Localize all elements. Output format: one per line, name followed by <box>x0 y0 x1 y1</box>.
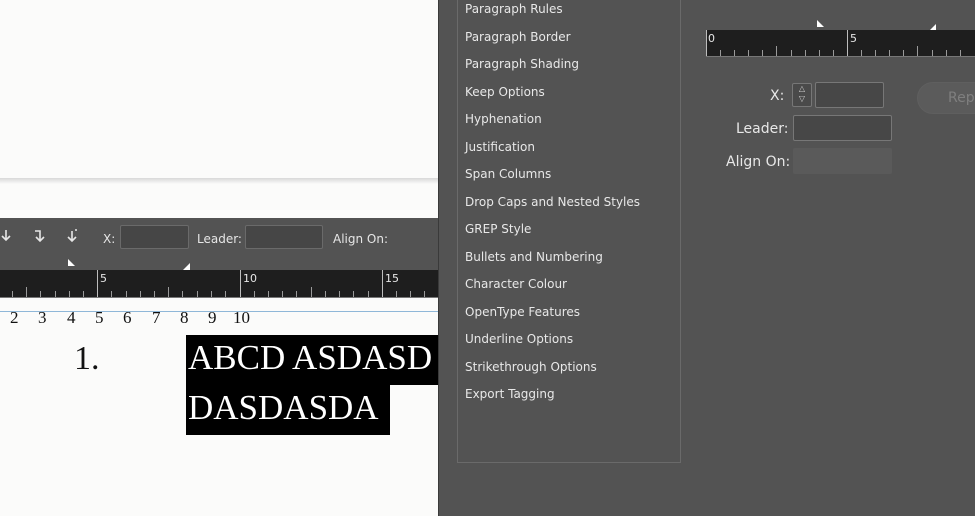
x-position-input[interactable] <box>120 225 189 249</box>
dialog-tab-marker-strip[interactable] <box>706 18 975 31</box>
leader-label: Leader: <box>197 232 242 246</box>
category-strikethrough-options[interactable]: Strikethrough Options <box>465 360 597 374</box>
selected-text-line-2[interactable]: DASDASDA <box>186 385 390 435</box>
sequence-number: 2 <box>10 308 19 327</box>
sequence-number: 10 <box>233 308 250 327</box>
center-justified-tab-icon[interactable] <box>33 228 47 246</box>
x-label: X: <box>103 232 116 246</box>
category-span-columns[interactable]: Span Columns <box>465 167 551 181</box>
category-hyphenation[interactable]: Hyphenation <box>465 112 542 126</box>
dialog-tab-ruler[interactable]: 0 5 <box>706 30 975 57</box>
ruler-major-tick <box>382 270 383 297</box>
first-line-indent-marker[interactable] <box>817 20 825 28</box>
category-bullets-numbering[interactable]: Bullets and Numbering <box>465 250 603 264</box>
list-number: 1. <box>74 340 100 377</box>
chevron-up-icon[interactable]: △ <box>793 84 811 94</box>
repeat-tab-button[interactable]: Rep <box>917 82 975 114</box>
ruler-major-tick <box>97 270 98 297</box>
right-justified-tab-icon[interactable] <box>65 228 79 246</box>
sequence-number: 3 <box>38 308 47 327</box>
page-shadow <box>0 178 438 184</box>
dialog-align-on-label: Align On: <box>726 154 791 170</box>
tab-ruler[interactable]: 5 10 15 <box>0 270 438 298</box>
sequence-number: 8 <box>180 308 189 327</box>
category-drop-caps[interactable]: Drop Caps and Nested Styles <box>465 195 640 209</box>
tabs-toolbar: X: Leader: Align On: <box>0 218 438 258</box>
paragraph-style-options-dialog: Paragraph Rules Paragraph Border Paragra… <box>438 0 975 516</box>
ruler-label: 5 <box>850 32 857 45</box>
category-justification[interactable]: Justification <box>465 140 535 154</box>
category-underline-options[interactable]: Underline Options <box>465 332 573 346</box>
category-paragraph-rules[interactable]: Paragraph Rules <box>465 2 563 16</box>
category-character-colour[interactable]: Character Colour <box>465 277 567 291</box>
ruler-label: 5 <box>100 272 107 285</box>
ruler-major-tick <box>847 30 848 56</box>
dialog-leader-input[interactable] <box>793 115 892 141</box>
chevron-down-icon[interactable]: ▽ <box>793 94 811 104</box>
ruler-label: 10 <box>243 272 257 285</box>
category-keep-options[interactable]: Keep Options <box>465 85 545 99</box>
category-paragraph-border[interactable]: Paragraph Border <box>465 30 571 44</box>
category-paragraph-shading[interactable]: Paragraph Shading <box>465 57 579 71</box>
sequence-number: 6 <box>123 308 132 327</box>
category-export-tagging[interactable]: Export Tagging <box>465 387 555 401</box>
text-frame-edge <box>0 311 438 312</box>
ruler-label: 15 <box>385 272 399 285</box>
selected-text-line-1[interactable]: ABCD ASDASD <box>186 335 438 385</box>
first-line-indent-marker[interactable] <box>68 259 76 267</box>
dialog-align-on-input <box>793 148 892 174</box>
dialog-x-input[interactable] <box>815 82 884 108</box>
document-page <box>0 0 438 180</box>
ruler-major-tick <box>240 270 241 297</box>
dialog-leader-label: Leader: <box>736 121 789 137</box>
align-on-label: Align On: <box>333 232 389 246</box>
x-stepper[interactable]: △ ▽ <box>792 83 812 107</box>
category-list: Paragraph Rules Paragraph Border Paragra… <box>457 0 681 463</box>
ruler-label: 0 <box>708 32 715 45</box>
sequence-number: 7 <box>152 308 161 327</box>
category-opentype-features[interactable]: OpenType Features <box>465 305 580 319</box>
sequence-number: 9 <box>208 308 217 327</box>
category-grep-style[interactable]: GREP Style <box>465 222 531 236</box>
dialog-x-label: X: <box>770 88 785 104</box>
leader-input[interactable] <box>245 225 323 249</box>
sequence-number: 4 <box>67 308 76 327</box>
left-justified-tab-icon[interactable] <box>0 228 14 246</box>
tab-marker-strip[interactable] <box>0 258 438 270</box>
ruler-major-tick <box>706 30 707 56</box>
sequence-number: 5 <box>95 308 104 327</box>
